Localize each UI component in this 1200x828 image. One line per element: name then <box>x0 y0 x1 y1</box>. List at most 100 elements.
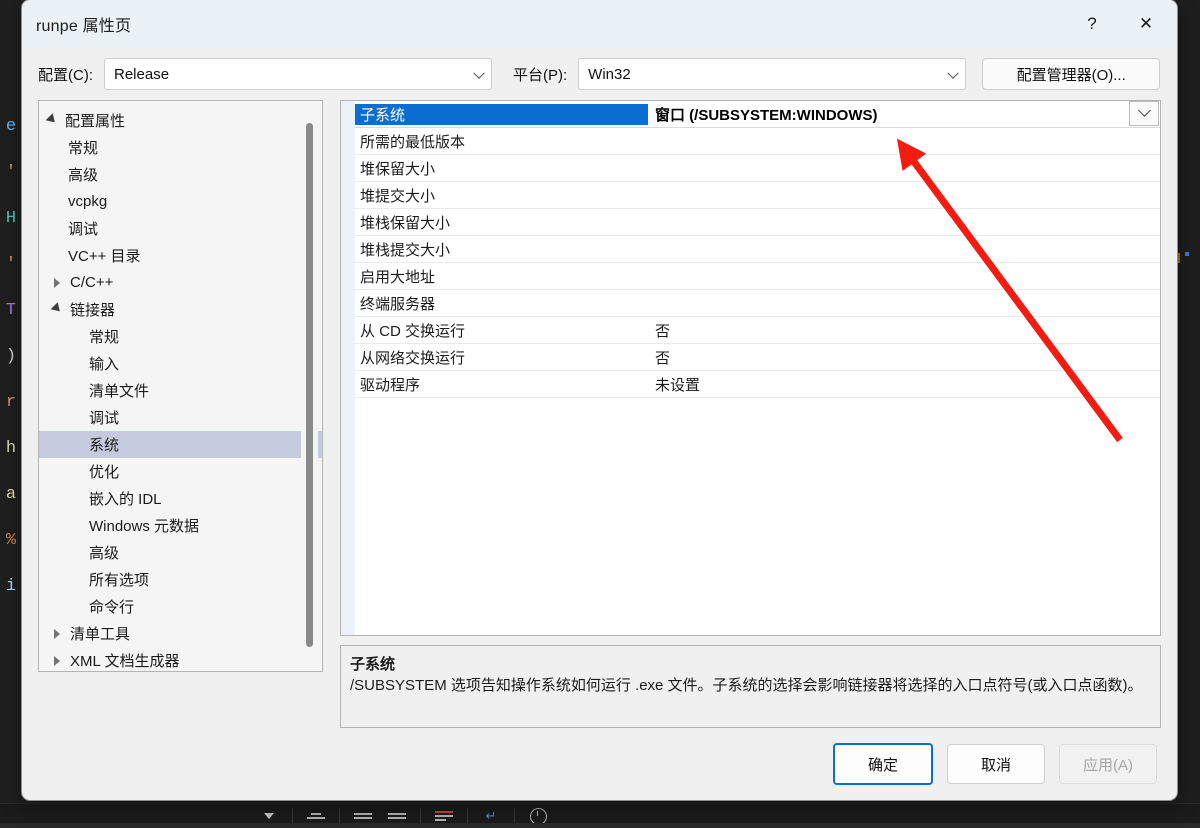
chevron-down-icon <box>1137 104 1151 117</box>
configuration-label: 配置(C): <box>38 66 93 84</box>
tree-item-16[interactable]: 高级 <box>39 539 322 566</box>
property-row[interactable]: 驱动程序 未设置 <box>355 371 1160 398</box>
chevron-down-icon <box>947 67 959 79</box>
property-value[interactable]: 否 <box>648 320 1160 341</box>
tree-item-14[interactable]: 嵌入的 IDL <box>39 485 322 512</box>
property-value[interactable]: 否 <box>648 347 1160 368</box>
tree-item-15[interactable]: Windows 元数据 <box>39 512 322 539</box>
tree-scrollbar[interactable] <box>301 123 318 647</box>
tree-item-19[interactable]: 清单工具 <box>39 620 322 647</box>
window-controls: ? ✕ <box>1069 0 1177 48</box>
tree-item-label: vcpkg <box>68 193 108 210</box>
cancel-button[interactable]: 取消 <box>947 744 1045 784</box>
property-row[interactable]: 从 CD 交换运行 否 <box>355 317 1160 344</box>
ok-button[interactable]: 确定 <box>833 743 933 785</box>
tree-item-10[interactable]: 清单文件 <box>39 377 322 404</box>
chevron-down-icon <box>473 67 485 79</box>
property-grid-panel: 子系统 窗口 (/SUBSYSTEM:WINDOWS) 所需的最低版本堆保留大小堆提… <box>340 100 1161 636</box>
property-name: 堆保留大小 <box>360 160 436 178</box>
expander-expanded-icon[interactable] <box>45 112 59 126</box>
property-row[interactable]: 堆保留大小 <box>355 155 1160 182</box>
code-character: ) <box>5 347 17 366</box>
tree-item-20[interactable]: XML 文档生成器 <box>39 647 322 671</box>
editor-horizontal-scrollbar[interactable] <box>0 823 1200 828</box>
property-row[interactable]: 所需的最低版本 <box>355 128 1160 155</box>
tree-item-11[interactable]: 调试 <box>39 404 322 431</box>
code-character: r <box>5 393 17 412</box>
tree-item-label: 输入 <box>89 356 120 373</box>
property-value-dropdown-button[interactable] <box>1129 101 1159 126</box>
tree-item-8[interactable]: 常规 <box>39 323 322 350</box>
tree-item-label: 清单工具 <box>70 626 131 643</box>
code-character: H <box>5 209 17 228</box>
apply-button: 应用(A) <box>1059 744 1157 784</box>
code-character: ' <box>5 255 17 274</box>
property-row[interactable]: 堆提交大小 <box>355 182 1160 209</box>
tree-item-6[interactable]: C/C++ <box>39 269 322 296</box>
tree-item-9[interactable]: 输入 <box>39 350 322 377</box>
tree-item-label: 命令行 <box>89 599 135 616</box>
expander-expanded-icon[interactable] <box>50 301 64 315</box>
code-character: T <box>5 301 17 320</box>
property-value[interactable]: 未设置 <box>648 374 1160 395</box>
property-value[interactable]: 窗口 (/SUBSYSTEM:WINDOWS) <box>648 104 1160 125</box>
property-row[interactable]: 堆栈提交大小 <box>355 236 1160 263</box>
tree-item-18[interactable]: 命令行 <box>39 593 322 620</box>
tree-item-label: 嵌入的 IDL <box>89 491 162 508</box>
platform-select[interactable]: Win32 <box>578 58 967 90</box>
tree-item-expander[interactable] <box>48 277 66 288</box>
tree-item-expander[interactable] <box>48 655 66 666</box>
tree-item-1[interactable]: 常规 <box>39 134 322 161</box>
toolbar-separator <box>420 808 421 824</box>
editor-code-column: e ' H ' T) r h a% i <box>0 104 22 610</box>
tree-item-label: 调试 <box>89 410 120 427</box>
expander-collapsed-icon[interactable] <box>54 628 60 639</box>
code-character: h <box>5 439 17 458</box>
tree-item-label: VC++ 目录 <box>68 248 141 265</box>
property-row[interactable]: 终端服务器 <box>355 290 1160 317</box>
tree-item-expander[interactable] <box>43 112 61 126</box>
tree-item-2[interactable]: 高级 <box>39 161 322 188</box>
tree-item-label: 优化 <box>89 464 120 481</box>
tree-item-7[interactable]: 链接器 <box>39 296 322 323</box>
expander-collapsed-icon[interactable] <box>54 277 60 288</box>
tree-item-4[interactable]: 调试 <box>39 215 322 242</box>
property-grid-rows[interactable]: 子系统 窗口 (/SUBSYSTEM:WINDOWS) 所需的最低版本堆保留大小堆提… <box>355 101 1160 398</box>
property-row[interactable]: 子系统 窗口 (/SUBSYSTEM:WINDOWS) <box>355 101 1160 128</box>
tree-item-label: Windows 元数据 <box>89 518 200 535</box>
configuration-manager-button[interactable]: 配置管理器(O)... <box>982 58 1161 90</box>
platform-label: 平台(P): <box>513 66 568 84</box>
code-character: a <box>5 485 17 504</box>
tree-item-expander[interactable] <box>48 628 66 639</box>
tree-item-label: 链接器 <box>70 302 116 319</box>
help-button[interactable]: ? <box>1069 0 1115 48</box>
tree-item-label: XML 文档生成器 <box>70 653 180 670</box>
tree-item-0[interactable]: 配置属性 <box>39 107 322 134</box>
toolbar-separator <box>339 808 340 824</box>
tree-item-label: 调试 <box>68 221 99 238</box>
tree-item-3[interactable]: vcpkg <box>39 188 322 215</box>
tree-item-expander[interactable] <box>48 301 66 315</box>
property-row[interactable]: 堆栈保留大小 <box>355 209 1160 236</box>
property-tree[interactable]: 配置属性 常规 高级 vcpkg 调试 VC++ 目录 C/C++ 链接器 常规 输入 清单文件 调试… <box>39 101 322 671</box>
configuration-select[interactable]: Release <box>104 58 492 90</box>
dialog-title: runpe 属性页 <box>36 18 132 35</box>
dialog-body: 配置属性 常规 高级 vcpkg 调试 VC++ 目录 C/C++ 链接器 常规 输入 清单文件 调试… <box>22 100 1177 728</box>
tree-item-label: 高级 <box>89 545 120 562</box>
close-button[interactable]: ✕ <box>1115 0 1177 48</box>
tree-item-13[interactable]: 优化 <box>39 458 322 485</box>
property-name: 堆栈保留大小 <box>360 214 451 232</box>
tree-item-label: 常规 <box>68 140 99 157</box>
tree-item-17[interactable]: 所有选项 <box>39 566 322 593</box>
property-row[interactable]: 启用大地址 <box>355 263 1160 290</box>
dialog-title-bar: runpe 属性页 ? ✕ <box>22 0 1177 48</box>
expander-collapsed-icon[interactable] <box>54 655 60 666</box>
dialog-footer: 确定 取消 应用(A) <box>22 728 1177 800</box>
property-name: 堆提交大小 <box>360 187 436 205</box>
property-row[interactable]: 从网络交换运行 否 <box>355 344 1160 371</box>
tree-item-label: 高级 <box>68 167 99 184</box>
tree-item-5[interactable]: VC++ 目录 <box>39 242 322 269</box>
tree-scrollbar-thumb[interactable] <box>306 123 313 647</box>
tree-item-label: 配置属性 <box>65 113 126 130</box>
tree-item-12[interactable]: 系统 <box>39 431 322 458</box>
